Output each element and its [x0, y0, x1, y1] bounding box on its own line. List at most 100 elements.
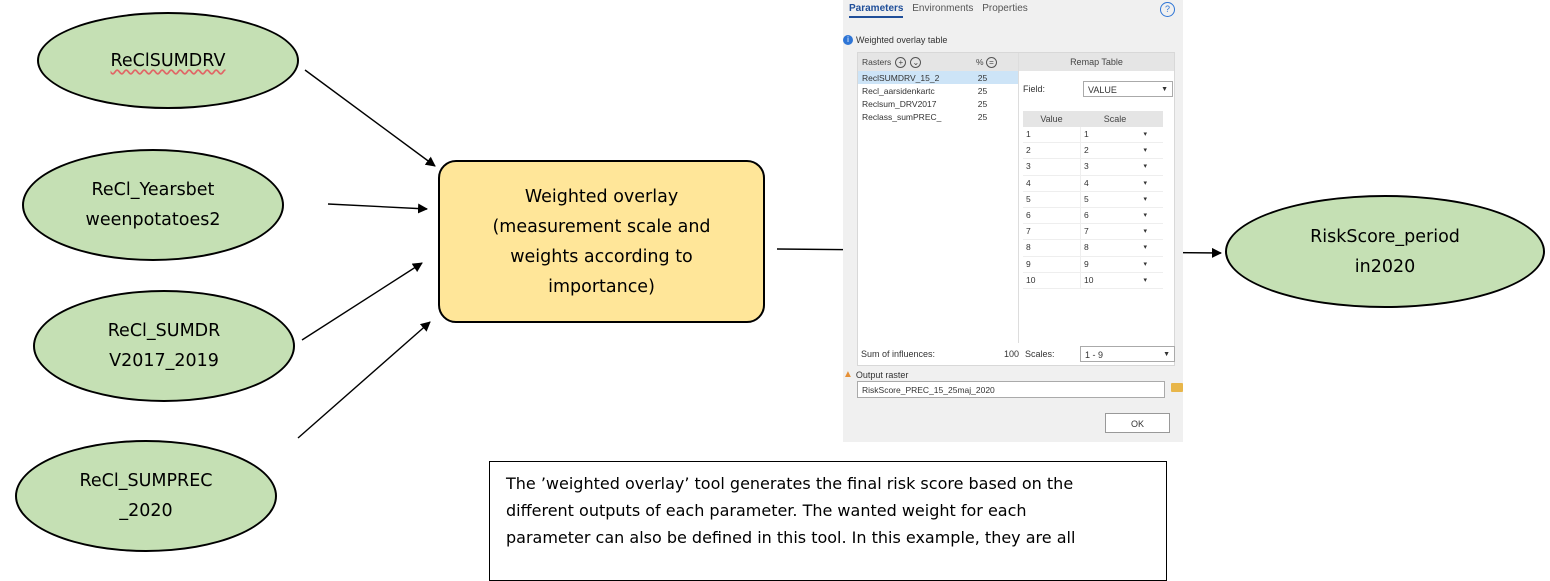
percent-column-header: % — [976, 56, 984, 67]
dialog-tabs: Parameters Environments Properties — [849, 3, 1034, 18]
arrow-input3-to-overlay — [301, 262, 423, 341]
remap-table: Remap Table Field: VALUE ▼ Value Scale 1… — [1019, 53, 1174, 289]
input-node-1-label: ReClSUMDRV — [110, 50, 226, 71]
input-node-1: ReClSUMDRV — [37, 12, 299, 109]
arrow-input2-to-overlay — [327, 203, 428, 214]
remap-row[interactable]: 10 10 ▾ — [1023, 272, 1163, 289]
raster-percent[interactable]: 25 — [955, 99, 1010, 109]
process-label-line2: (measurement scale and — [492, 216, 711, 237]
description-box: The ’weighted overlay’ tool generates th… — [489, 461, 1167, 581]
remap-scale-value: 7 — [1084, 226, 1089, 237]
chevron-down-icon: ▾ — [1143, 179, 1147, 187]
sum-label: Sum of influences: — [861, 349, 936, 359]
remap-row[interactable]: 1 1 ▾ — [1023, 127, 1163, 144]
remap-scale-select[interactable]: 1 ▾ — [1080, 127, 1150, 143]
raster-name: Recl_aarsidenkartc — [862, 85, 935, 96]
remap-scale-select[interactable]: 10 ▾ — [1080, 272, 1150, 288]
tab-environments[interactable]: Environments — [912, 3, 973, 14]
field-label: Field: — [1023, 84, 1046, 94]
input-node-4-label-line2: _2020 — [119, 501, 173, 521]
value-scale-table: Value Scale 1 1 ▾ 2 2 ▾ 3 3 ▾ 4 4 ▾ 5 5 ▾ 6 6 ▾ 7 7 ▾ 8 8 ▾ 9 9 ▾ 1… — [1023, 111, 1163, 289]
raster-name: Reclsum_DRV2017 — [862, 98, 937, 109]
remap-scale-value: 8 — [1084, 242, 1089, 253]
remap-scale-select[interactable]: 5 ▾ — [1080, 191, 1150, 207]
remap-scale-value: 2 — [1084, 145, 1089, 156]
description-line: different outputs of each parameter. The… — [506, 501, 1027, 520]
chevron-down-icon: ▾ — [1143, 276, 1147, 284]
remap-scale-select[interactable]: 9 ▾ — [1080, 256, 1150, 272]
folder-icon[interactable] — [1171, 383, 1183, 392]
remap-scale-value: 9 — [1084, 258, 1089, 269]
input-node-2-label-line2: weenpotatoes2 — [85, 210, 221, 230]
chevron-down-icon: ▾ — [1143, 211, 1147, 219]
raster-name: Reclass_sumPREC_ — [862, 111, 942, 122]
chevron-down-icon: ▾ — [1143, 260, 1147, 268]
weighted-overlay-process: Weighted overlay (measurement scale and … — [438, 160, 765, 323]
chevron-down-icon: ▾ — [1143, 163, 1147, 171]
input-node-4-label-line1: ReCl_SUMPREC — [79, 471, 213, 491]
equalize-percent-icon[interactable]: = — [985, 56, 997, 68]
remap-value: 1 — [1026, 129, 1031, 139]
input-node-3: ReCl_SUMDR V2017_2019 — [33, 290, 295, 402]
remap-scale-value: 1 — [1084, 129, 1089, 139]
remap-scale-select[interactable]: 8 ▾ — [1080, 240, 1150, 256]
remap-row[interactable]: 2 2 ▾ — [1023, 143, 1163, 160]
weighted-overlay-dialog: Parameters Environments Properties ? i W… — [843, 0, 1183, 442]
scales-select-value: 1 - 9 — [1085, 350, 1104, 360]
input-node-2: ReCl_Yearsbet weenpotatoes2 — [22, 149, 284, 261]
raster-percent[interactable]: 25 — [955, 112, 1010, 122]
info-icon: i — [843, 35, 853, 45]
raster-row[interactable]: Reclass_sumPREC_ 25 — [858, 110, 1018, 123]
help-icon[interactable]: ? — [1160, 2, 1175, 17]
remap-row[interactable]: 5 5 ▾ — [1023, 191, 1163, 208]
remap-value: 5 — [1026, 193, 1031, 204]
remap-scale-value: 6 — [1084, 209, 1089, 220]
remap-value: 8 — [1026, 242, 1031, 253]
raster-options-chevron-icon[interactable]: ⌄ — [910, 56, 922, 68]
input-node-2-label-line1: ReCl_Yearsbet — [91, 180, 215, 200]
sum-of-influences-row: Sum of influences: 100 Scales: 1 - 9 ▼ — [861, 346, 1175, 362]
remap-rows: 1 1 ▾ 2 2 ▾ 3 3 ▾ 4 4 ▾ 5 5 ▾ 6 6 ▾ 7 7 ▾ 8 8 ▾ 9 9 ▾ 10 10 ▾ — [1023, 127, 1163, 289]
output-node: RiskScore_period in2020 — [1225, 195, 1545, 308]
raster-row[interactable]: ReclSUMDRV_15_2 25 — [858, 71, 1018, 84]
warning-icon: ▲ — [843, 369, 853, 380]
scales-label: Scales: — [1025, 349, 1055, 359]
description-line: The ’weighted overlay’ tool generates th… — [506, 474, 1074, 493]
remap-scale-select[interactable]: 7 ▾ — [1080, 224, 1150, 240]
remap-row[interactable]: 3 3 ▾ — [1023, 159, 1163, 176]
remap-scale-value: 4 — [1084, 177, 1089, 188]
remap-scale-select[interactable]: 6 ▾ — [1080, 207, 1150, 224]
remap-table-header: Remap Table — [1019, 53, 1174, 71]
raster-percent[interactable]: 25 — [955, 73, 1010, 83]
input-node-3-label-line1: ReCl_SUMDR — [107, 321, 221, 341]
remap-row[interactable]: 6 6 ▾ — [1023, 207, 1163, 225]
remap-row[interactable]: 4 4 ▾ — [1023, 175, 1163, 192]
remap-scale-select[interactable]: 3 ▾ — [1080, 159, 1150, 175]
tab-parameters[interactable]: Parameters — [849, 3, 904, 18]
field-select[interactable]: VALUE ▼ — [1083, 81, 1173, 97]
value-scale-header: Value Scale — [1023, 111, 1163, 127]
output-node-label-line1: RiskScore_period — [1310, 226, 1460, 247]
remap-row[interactable]: 7 7 ▾ — [1023, 224, 1163, 241]
scale-column-header: Scale — [1103, 114, 1127, 124]
remap-scale-value: 3 — [1084, 161, 1089, 172]
remap-row[interactable]: 9 9 ▾ — [1023, 256, 1163, 273]
raster-percent[interactable]: 25 — [955, 86, 1010, 96]
remap-scale-select[interactable]: 4 ▾ — [1080, 175, 1150, 191]
chevron-down-icon: ▾ — [1143, 147, 1147, 155]
chevron-down-icon: ▼ — [1163, 351, 1170, 358]
sum-value: 100 — [1003, 349, 1019, 359]
output-raster-input[interactable]: RiskScore_PREC_15_25maj_2020 — [857, 381, 1165, 398]
process-label-line3: weights according to — [510, 246, 693, 267]
raster-row[interactable]: Reclsum_DRV2017 25 — [858, 97, 1018, 110]
remap-row[interactable]: 8 8 ▾ — [1023, 240, 1163, 257]
remap-scale-select[interactable]: 2 ▾ — [1080, 143, 1150, 159]
remap-value: 2 — [1026, 145, 1031, 156]
remap-value: 4 — [1026, 177, 1031, 188]
raster-row[interactable]: Recl_aarsidenkartc 25 — [858, 84, 1018, 97]
remap-value: 6 — [1026, 209, 1031, 220]
scales-select[interactable]: 1 - 9 ▼ — [1080, 346, 1175, 362]
ok-button[interactable]: OK — [1105, 413, 1170, 433]
add-raster-icon[interactable]: + — [895, 56, 907, 68]
tab-properties[interactable]: Properties — [982, 3, 1028, 14]
